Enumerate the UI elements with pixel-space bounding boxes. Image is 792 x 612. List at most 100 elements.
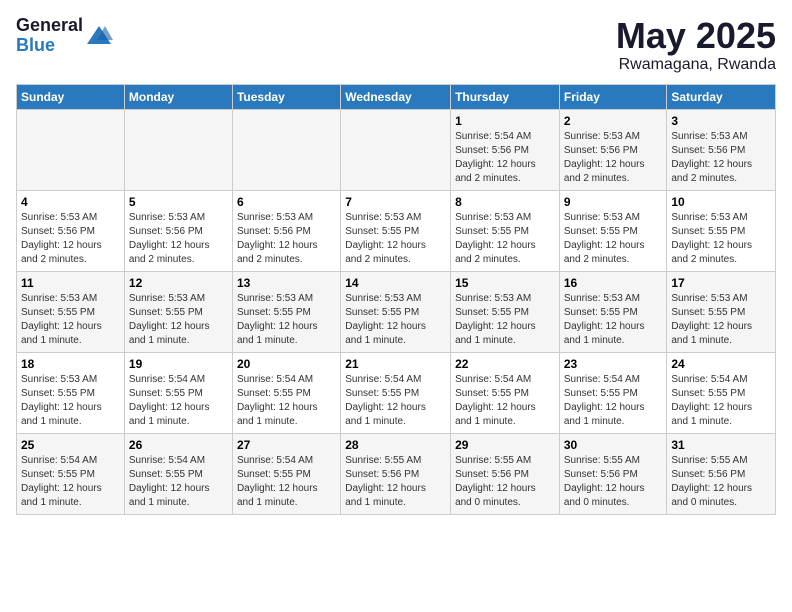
day-number: 18	[21, 357, 120, 371]
table-row: 21 Sunrise: 5:54 AM Sunset: 5:55 PM Dayli…	[341, 352, 451, 433]
table-row: 12 Sunrise: 5:53 AM Sunset: 5:55 PM Dayli…	[124, 271, 232, 352]
day-number: 22	[455, 357, 555, 371]
day-info: Sunrise: 5:53 AM Sunset: 5:55 PM Dayligh…	[564, 211, 663, 267]
day-number: 2	[564, 114, 663, 128]
logo-general-text: General	[16, 16, 83, 36]
day-number: 16	[564, 276, 663, 290]
day-number: 3	[671, 114, 771, 128]
day-number: 21	[345, 357, 446, 371]
day-number: 13	[237, 276, 336, 290]
table-row: 19 Sunrise: 5:54 AM Sunset: 5:55 PM Dayli…	[124, 352, 232, 433]
day-number: 23	[564, 357, 663, 371]
day-number: 10	[671, 195, 771, 209]
day-number: 20	[237, 357, 336, 371]
table-row: 3 Sunrise: 5:53 AM Sunset: 5:56 PM Daylig…	[667, 109, 776, 190]
day-info: Sunrise: 5:54 AM Sunset: 5:56 PM Dayligh…	[455, 130, 555, 186]
day-number: 17	[671, 276, 771, 290]
page-header: General Blue May 2025 Rwamagana, Rwanda	[16, 16, 776, 74]
table-row: 25 Sunrise: 5:54 AM Sunset: 5:55 PM Dayli…	[17, 433, 125, 514]
day-number: 19	[129, 357, 228, 371]
table-row: 22 Sunrise: 5:54 AM Sunset: 5:55 PM Dayli…	[451, 352, 560, 433]
day-info: Sunrise: 5:55 AM Sunset: 5:56 PM Dayligh…	[455, 454, 555, 510]
table-row: 7Sunrise: 5:53 AM Sunset: 5:55 PM Daylig…	[341, 190, 451, 271]
header-saturday: Saturday	[667, 84, 776, 109]
day-info: Sunrise: 5:54 AM Sunset: 5:55 PM Dayligh…	[671, 373, 771, 429]
day-number: 25	[21, 438, 120, 452]
day-number: 6	[237, 195, 336, 209]
day-info: Sunrise: 5:54 AM Sunset: 5:55 PM Dayligh…	[564, 373, 663, 429]
day-number: 24	[671, 357, 771, 371]
day-number: 27	[237, 438, 336, 452]
table-row	[232, 109, 340, 190]
calendar-table: Sunday Monday Tuesday Wednesday Thursday…	[16, 84, 776, 515]
day-number: 15	[455, 276, 555, 290]
header-monday: Monday	[124, 84, 232, 109]
day-number: 9	[564, 195, 663, 209]
day-info: Sunrise: 5:53 AM Sunset: 5:56 PM Dayligh…	[564, 130, 663, 186]
day-number: 7	[345, 195, 446, 209]
day-info: Sunrise: 5:54 AM Sunset: 5:55 PM Dayligh…	[345, 373, 446, 429]
table-row: 5 Sunrise: 5:53 AM Sunset: 5:56 PM Daylig…	[124, 190, 232, 271]
table-row: 4Sunrise: 5:53 AM Sunset: 5:56 PM Daylig…	[17, 190, 125, 271]
table-row: 16 Sunrise: 5:53 AM Sunset: 5:55 PM Dayli…	[559, 271, 667, 352]
day-info: Sunrise: 5:53 AM Sunset: 5:55 PM Dayligh…	[671, 211, 771, 267]
table-row: 2 Sunrise: 5:53 AM Sunset: 5:56 PM Daylig…	[559, 109, 667, 190]
header-thursday: Thursday	[451, 84, 560, 109]
day-info: Sunrise: 5:54 AM Sunset: 5:55 PM Dayligh…	[129, 454, 228, 510]
day-number: 29	[455, 438, 555, 452]
day-info: Sunrise: 5:55 AM Sunset: 5:56 PM Dayligh…	[564, 454, 663, 510]
logo-icon	[85, 22, 113, 50]
table-row	[341, 109, 451, 190]
header-wednesday: Wednesday	[341, 84, 451, 109]
calendar-title: May 2025	[616, 16, 776, 56]
day-info: Sunrise: 5:54 AM Sunset: 5:55 PM Dayligh…	[237, 373, 336, 429]
day-info: Sunrise: 5:53 AM Sunset: 5:55 PM Dayligh…	[345, 292, 446, 348]
title-block: May 2025 Rwamagana, Rwanda	[616, 16, 776, 74]
calendar-week-row: 25 Sunrise: 5:54 AM Sunset: 5:55 PM Dayli…	[17, 433, 776, 514]
table-row: 18Sunrise: 5:53 AM Sunset: 5:55 PM Dayli…	[17, 352, 125, 433]
table-row: 8 Sunrise: 5:53 AM Sunset: 5:55 PM Daylig…	[451, 190, 560, 271]
logo-blue-text: Blue	[16, 36, 83, 56]
day-number: 8	[455, 195, 555, 209]
table-row: 17 Sunrise: 5:53 AM Sunset: 5:55 PM Dayli…	[667, 271, 776, 352]
day-info: Sunrise: 5:55 AM Sunset: 5:56 PM Dayligh…	[671, 454, 771, 510]
day-number: 30	[564, 438, 663, 452]
day-number: 1	[455, 114, 555, 128]
table-row: 27Sunrise: 5:54 AM Sunset: 5:55 PM Dayli…	[232, 433, 340, 514]
table-row: 14Sunrise: 5:53 AM Sunset: 5:55 PM Dayli…	[341, 271, 451, 352]
calendar-week-row: 18Sunrise: 5:53 AM Sunset: 5:55 PM Dayli…	[17, 352, 776, 433]
table-row: 23 Sunrise: 5:54 AM Sunset: 5:55 PM Dayli…	[559, 352, 667, 433]
day-number: 28	[345, 438, 446, 452]
day-info: Sunrise: 5:53 AM Sunset: 5:56 PM Dayligh…	[129, 211, 228, 267]
table-row	[124, 109, 232, 190]
table-row: 28Sunrise: 5:55 AM Sunset: 5:56 PM Dayli…	[341, 433, 451, 514]
table-row: 20 Sunrise: 5:54 AM Sunset: 5:55 PM Dayli…	[232, 352, 340, 433]
table-row: 10 Sunrise: 5:53 AM Sunset: 5:55 PM Dayli…	[667, 190, 776, 271]
day-info: Sunrise: 5:53 AM Sunset: 5:56 PM Dayligh…	[21, 211, 120, 267]
table-row: 29 Sunrise: 5:55 AM Sunset: 5:56 PM Dayli…	[451, 433, 560, 514]
day-info: Sunrise: 5:53 AM Sunset: 5:55 PM Dayligh…	[671, 292, 771, 348]
day-number: 12	[129, 276, 228, 290]
table-row: 24 Sunrise: 5:54 AM Sunset: 5:55 PM Dayli…	[667, 352, 776, 433]
calendar-header-row: Sunday Monday Tuesday Wednesday Thursday…	[17, 84, 776, 109]
day-info: Sunrise: 5:53 AM Sunset: 5:55 PM Dayligh…	[455, 211, 555, 267]
day-info: Sunrise: 5:53 AM Sunset: 5:55 PM Dayligh…	[237, 292, 336, 348]
header-friday: Friday	[559, 84, 667, 109]
table-row: 13 Sunrise: 5:53 AM Sunset: 5:55 PM Dayli…	[232, 271, 340, 352]
day-number: 11	[21, 276, 120, 290]
day-info: Sunrise: 5:53 AM Sunset: 5:55 PM Dayligh…	[564, 292, 663, 348]
day-info: Sunrise: 5:53 AM Sunset: 5:56 PM Dayligh…	[671, 130, 771, 186]
day-number: 5	[129, 195, 228, 209]
table-row: 11Sunrise: 5:53 AM Sunset: 5:55 PM Dayli…	[17, 271, 125, 352]
day-info: Sunrise: 5:54 AM Sunset: 5:55 PM Dayligh…	[21, 454, 120, 510]
calendar-week-row: 1 Sunrise: 5:54 AM Sunset: 5:56 PM Daylig…	[17, 109, 776, 190]
day-info: Sunrise: 5:54 AM Sunset: 5:55 PM Dayligh…	[129, 373, 228, 429]
table-row: 31Sunrise: 5:55 AM Sunset: 5:56 PM Dayli…	[667, 433, 776, 514]
day-info: Sunrise: 5:54 AM Sunset: 5:55 PM Dayligh…	[455, 373, 555, 429]
calendar-subtitle: Rwamagana, Rwanda	[616, 56, 776, 74]
table-row: 30 Sunrise: 5:55 AM Sunset: 5:56 PM Dayli…	[559, 433, 667, 514]
day-info: Sunrise: 5:53 AM Sunset: 5:56 PM Dayligh…	[237, 211, 336, 267]
table-row: 26Sunrise: 5:54 AM Sunset: 5:55 PM Dayli…	[124, 433, 232, 514]
day-info: Sunrise: 5:53 AM Sunset: 5:55 PM Dayligh…	[129, 292, 228, 348]
table-row: 1 Sunrise: 5:54 AM Sunset: 5:56 PM Daylig…	[451, 109, 560, 190]
